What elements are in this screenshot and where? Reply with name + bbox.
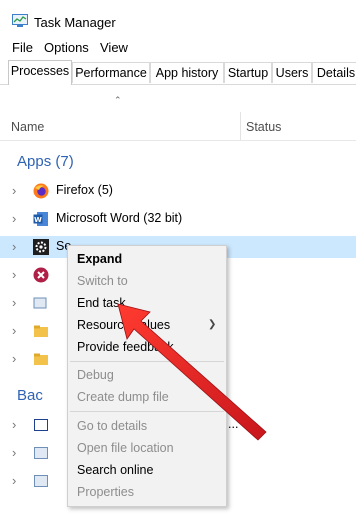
expand-chevron-icon[interactable]: ›	[12, 295, 16, 310]
tab-details[interactable]: Details	[312, 62, 356, 83]
tab-app-history[interactable]: App history	[150, 62, 224, 83]
context-item-end-task[interactable]: End task	[77, 295, 126, 311]
column-divider[interactable]	[240, 112, 241, 140]
expand-chevron-icon[interactable]: ›	[12, 239, 16, 254]
folder-icon	[34, 325, 48, 337]
context-item-go-to-details: Go to details	[77, 419, 148, 433]
context-item-debug: Debug	[77, 368, 114, 382]
context-item-properties: Properties	[77, 485, 134, 499]
group-apps-label: Apps (7)	[17, 153, 74, 170]
context-item-search-online[interactable]: Search online	[77, 462, 153, 478]
truncated-ellipsis: ...	[228, 417, 239, 431]
menu-file[interactable]: File	[12, 40, 33, 56]
context-item-create-dump-file: Create dump file	[77, 390, 169, 404]
tab-startup[interactable]: Startup	[224, 62, 272, 83]
title-bar: Task Manager	[0, 0, 356, 40]
folder-icon	[34, 353, 48, 365]
svg-text:W: W	[34, 216, 42, 224]
menu-view[interactable]: View	[100, 40, 128, 56]
context-item-open-file-location: Open file location	[77, 441, 174, 455]
expand-chevron-icon[interactable]: ›	[12, 417, 16, 432]
app-icon	[34, 419, 48, 431]
menu-separator	[70, 411, 224, 412]
expand-chevron-icon[interactable]: ›	[12, 351, 16, 366]
expand-chevron-icon[interactable]: ›	[12, 211, 16, 226]
menu-bar: File Options View	[0, 40, 356, 60]
process-name: Microsoft Word (32 bit)	[56, 211, 183, 225]
column-header-status[interactable]: Status	[246, 120, 281, 134]
app-icon	[34, 475, 48, 487]
expand-chevron-icon[interactable]: ›	[12, 323, 16, 338]
column-header-name[interactable]: Name	[11, 120, 44, 134]
app-icon	[33, 267, 49, 283]
app-icon	[33, 297, 47, 309]
tab-users[interactable]: Users	[272, 62, 312, 83]
expand-chevron-icon[interactable]: ›	[12, 267, 16, 282]
window-title: Task Manager	[34, 15, 116, 30]
expand-chevron-icon[interactable]: ›	[12, 445, 16, 460]
process-row-word[interactable]: › W Microsoft Word (32 bit)	[0, 208, 356, 230]
firefox-icon	[33, 183, 49, 199]
menu-options[interactable]: Options	[44, 40, 89, 56]
context-item-switch-to: Switch to	[77, 274, 128, 288]
header-divider	[0, 140, 356, 141]
context-item-resource-values[interactable]: Resource values	[77, 317, 170, 333]
menu-separator	[70, 361, 224, 362]
expand-chevron-icon[interactable]: ›	[12, 183, 16, 198]
group-background-label: Bac	[17, 387, 43, 404]
settings-icon	[33, 239, 49, 255]
sort-arrow-icon[interactable]: ⌃	[114, 95, 122, 106]
process-name: Firefox (5)	[56, 183, 113, 197]
submenu-arrow-icon: ❯	[208, 319, 217, 330]
word-icon: W	[33, 212, 48, 226]
tab-strip: Processes Performance App history Startu…	[0, 60, 356, 85]
context-item-provide-feedback[interactable]: Provide feedback	[77, 339, 174, 355]
context-item-expand[interactable]: Expand	[77, 251, 122, 267]
tab-processes[interactable]: Processes	[8, 60, 72, 85]
process-row-firefox[interactable]: › Firefox (5)	[0, 180, 356, 202]
context-menu: Expand Switch to End task Resource value…	[67, 245, 227, 507]
expand-chevron-icon[interactable]: ›	[12, 473, 16, 488]
tab-performance[interactable]: Performance	[72, 62, 150, 83]
task-manager-icon	[12, 14, 28, 27]
app-icon	[34, 447, 48, 459]
